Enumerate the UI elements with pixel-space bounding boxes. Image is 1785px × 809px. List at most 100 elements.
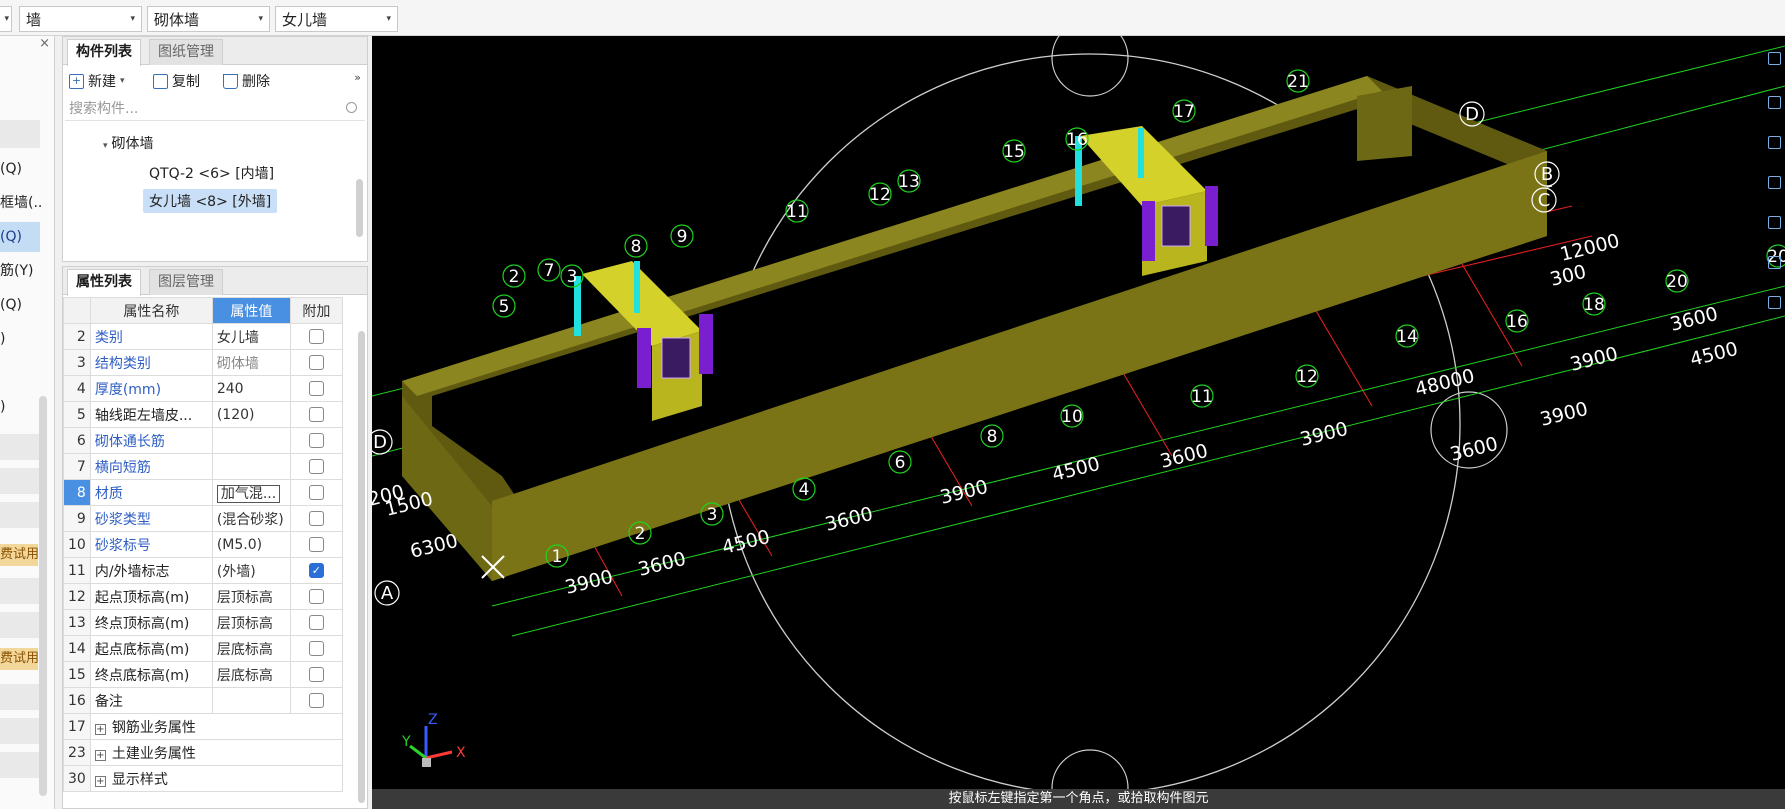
scrollbar[interactable] — [39, 396, 47, 796]
nav-block[interactable] — [0, 718, 40, 744]
property-value[interactable]: 层顶标高 — [211, 583, 291, 610]
property-value[interactable]: (120) — [211, 401, 291, 428]
property-value-text[interactable]: 加气混... — [216, 484, 281, 503]
property-value[interactable] — [211, 453, 291, 480]
property-value[interactable]: 女儿墙 — [211, 323, 291, 350]
table-row[interactable]: 12 起点顶标高(m) 层顶标高 — [63, 583, 343, 610]
model-canvas[interactable]: 1234681011121416182020572 38 9111213151617… — [372, 36, 1785, 809]
group-name[interactable]: + 显示样式 — [89, 765, 343, 792]
nav-item[interactable]: 框墙(.. — [0, 188, 42, 218]
group-name[interactable]: + 钢筋业务属性 — [89, 713, 343, 740]
scrollbar[interactable] — [356, 179, 363, 237]
tree-group[interactable]: ▾ 砌体墙 — [103, 133, 154, 153]
view-icon[interactable] — [1768, 52, 1781, 65]
extra-checkbox[interactable] — [308, 381, 324, 396]
table-row[interactable]: 13 终点顶标高(m) 层顶标高 — [63, 609, 343, 636]
trial-badge[interactable]: 费试用 — [0, 544, 38, 566]
property-value[interactable]: 层顶标高 — [211, 609, 291, 636]
extra-checkbox[interactable] — [308, 615, 324, 630]
extra-checkbox[interactable] — [308, 537, 324, 552]
extra-checkbox[interactable]: ✓ — [308, 563, 324, 578]
more-button[interactable]: » — [354, 71, 361, 84]
nav-item[interactable]: 筋(Y) — [0, 256, 40, 286]
table-row[interactable]: 16 备注 — [63, 687, 343, 714]
expand-icon[interactable]: + — [94, 749, 106, 761]
group-row[interactable]: 17 + 钢筋业务属性 — [63, 713, 343, 740]
extra-checkbox[interactable] — [308, 511, 324, 526]
table-row[interactable]: 2 类别 女儿墙 — [63, 323, 343, 350]
group-name[interactable]: + 土建业务属性 — [89, 739, 343, 766]
table-row[interactable]: 5 轴线距左墙皮... (120) — [63, 401, 343, 428]
extra-checkbox[interactable] — [308, 329, 324, 344]
nav-block[interactable] — [0, 434, 40, 460]
tab-drawing-management[interactable]: 图纸管理 — [149, 39, 223, 65]
expand-icon[interactable]: + — [94, 723, 106, 735]
extra-checkbox[interactable] — [308, 355, 324, 370]
tree-item-selected[interactable]: 女儿墙 <8> [外墙] — [143, 189, 278, 213]
property-value[interactable]: 层底标高 — [211, 661, 291, 688]
nav-item[interactable]: ) — [0, 324, 40, 354]
tab-component-list[interactable]: 构件列表 — [67, 39, 141, 66]
expand-icon[interactable]: + — [94, 775, 106, 787]
property-value[interactable] — [211, 427, 291, 454]
nav-block[interactable] — [0, 752, 40, 778]
element-type-dropdown[interactable]: 墙 ▾ — [19, 6, 142, 32]
nav-item[interactable]: ) — [0, 392, 40, 422]
table-row[interactable]: 3 结构类别 砌体墙 — [63, 349, 343, 376]
nav-block[interactable] — [0, 684, 40, 710]
table-row[interactable]: 8 材质 加气混... — [63, 479, 343, 506]
table-row[interactable]: 9 砂浆类型 (混合砂浆) — [63, 505, 343, 532]
table-row[interactable]: 4 厚度(mm) 240 — [63, 375, 343, 402]
table-row[interactable]: 15 终点底标高(m) 层底标高 — [63, 661, 343, 688]
delete-button[interactable]: 删除 — [223, 71, 270, 91]
nav-block[interactable] — [0, 502, 40, 528]
group-row[interactable]: 30 + 显示样式 — [63, 765, 343, 792]
table-row[interactable]: 11 内/外墙标志 (外墙) ✓ — [63, 557, 343, 584]
view-icon[interactable] — [1768, 176, 1781, 189]
parapet-wall[interactable] — [402, 76, 1547, 581]
component-name-dropdown[interactable]: 女儿墙 ▾ — [275, 6, 398, 32]
trial-badge[interactable]: 费试用 — [0, 648, 38, 670]
new-button[interactable]: + 新建 ▾ — [69, 71, 125, 91]
view-icon[interactable] — [1768, 216, 1781, 229]
orbit-handle[interactable] — [1051, 36, 1129, 97]
collapse-icon[interactable]: ▾ — [103, 141, 108, 151]
property-value[interactable] — [211, 687, 291, 714]
wall-type-dropdown[interactable]: 砌体墙 ▾ — [147, 6, 270, 32]
property-value[interactable]: 层底标高 — [211, 635, 291, 662]
property-value[interactable]: 240 — [211, 375, 291, 402]
nav-item[interactable]: (Q) — [0, 290, 40, 320]
extra-checkbox[interactable] — [308, 589, 324, 604]
view-icon[interactable] — [1768, 96, 1781, 109]
property-value[interactable]: (外墙) — [211, 557, 291, 584]
table-row[interactable]: 7 横向短筋 — [63, 453, 343, 480]
search-input[interactable]: 搜索构件... — [65, 97, 365, 121]
nav-block[interactable] — [0, 120, 40, 148]
extra-checkbox[interactable] — [308, 459, 324, 474]
tab-property-list[interactable]: 属性列表 — [67, 269, 141, 296]
table-row[interactable]: 10 砂浆标号 (M5.0) — [63, 531, 343, 558]
nav-block[interactable] — [0, 468, 40, 494]
tab-layer-management[interactable]: 图层管理 — [149, 269, 223, 295]
property-value[interactable]: (M5.0) — [211, 531, 291, 558]
view-icon[interactable] — [1768, 136, 1781, 149]
3d-viewport[interactable]: 1 2 3 4 6 8 10 11 12 14 16 18 20 20 5 7 2 3 8 9 11 12 13 15 16 17… — [372, 36, 1785, 809]
property-value[interactable]: 砌体墙 — [211, 349, 291, 376]
extra-checkbox[interactable] — [308, 485, 324, 500]
group-row[interactable]: 23 + 土建业务属性 — [63, 739, 343, 766]
nav-block[interactable] — [0, 578, 40, 604]
nav-item[interactable] — [0, 358, 40, 388]
nav-block[interactable] — [0, 612, 40, 638]
extra-checkbox[interactable] — [308, 407, 324, 422]
extra-checkbox[interactable] — [308, 693, 324, 708]
partial-dropdown[interactable]: ▾ — [0, 6, 12, 32]
nav-item[interactable]: (Q) — [0, 154, 40, 184]
nav-item-selected[interactable]: (Q) — [0, 222, 40, 252]
table-row[interactable]: 14 起点底标高(m) 层底标高 — [63, 635, 343, 662]
extra-checkbox[interactable] — [308, 641, 324, 656]
extra-checkbox[interactable] — [308, 667, 324, 682]
extra-checkbox[interactable] — [308, 433, 324, 448]
copy-button[interactable]: 复制 — [153, 71, 200, 91]
view-icon[interactable] — [1768, 256, 1781, 269]
close-icon[interactable]: × — [39, 36, 50, 51]
